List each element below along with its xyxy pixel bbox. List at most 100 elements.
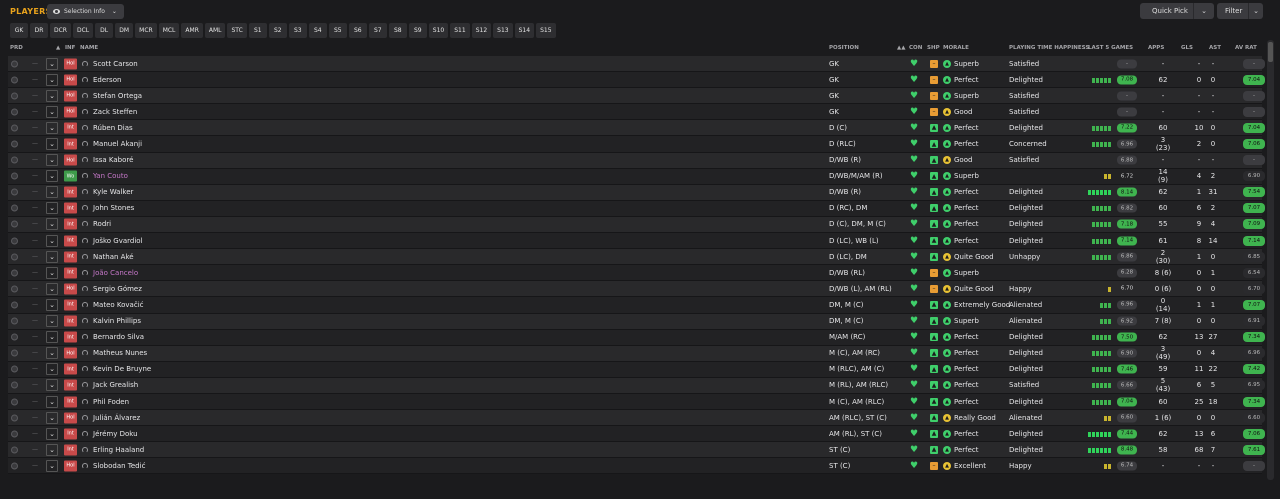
tab-dm[interactable]: DM — [115, 23, 134, 38]
table-row[interactable]: — ⌄ Int Manuel Akanji D (RLC) ♥ ▲ ▲ Perfect Conce… — [8, 136, 1265, 153]
table-row[interactable]: — ⌄ Hol Issa Kaboré D/WB (R) ♥ ▲ ▲ Good Satisfied… — [8, 152, 1265, 169]
row-menu-button[interactable]: ⌄ — [46, 427, 58, 440]
tab-aml[interactable]: AML — [204, 23, 226, 38]
col-av-rat[interactable]: AV RAT — [1235, 45, 1257, 51]
prd-indicator[interactable] — [11, 204, 18, 212]
tab-dl[interactable]: DL — [95, 23, 114, 38]
player-name[interactable]: Stefan Ortega — [93, 92, 142, 100]
table-row[interactable]: — ⌄ Int Kevin De Bruyne M (RLC), AM (C) ♥ ▲ ▲ Pe… — [8, 361, 1265, 378]
table-row[interactable]: — ⌄ Hol Sergio Gómez D/WB (L), AM (RL) ♥ – ▲ Qui… — [8, 281, 1265, 298]
inf-badge[interactable]: Int — [64, 251, 77, 263]
prd-indicator[interactable] — [11, 140, 18, 148]
inf-badge[interactable]: Wo — [64, 170, 77, 182]
player-name[interactable]: Phil Foden — [93, 398, 129, 406]
inf-badge[interactable]: Int — [64, 331, 77, 343]
prd-indicator[interactable] — [11, 156, 18, 164]
tab-s13[interactable]: S13 — [493, 23, 513, 38]
row-menu-button[interactable]: ⌄ — [46, 331, 58, 344]
col-prd[interactable]: PRD — [10, 45, 23, 51]
table-row[interactable]: — ⌄ Int Jérémy Doku AM (RL), ST (C) ♥ ▲ ▲ Perfec… — [8, 426, 1265, 443]
filter-dropdown-icon[interactable]: ⌄ — [1248, 3, 1263, 19]
prd-indicator[interactable] — [11, 237, 18, 245]
row-menu-button[interactable]: ⌄ — [46, 266, 58, 279]
row-menu-button[interactable]: ⌄ — [46, 443, 58, 456]
tab-s6[interactable]: S6 — [348, 23, 367, 38]
scrollbar-thumb[interactable] — [1268, 42, 1273, 62]
table-row[interactable]: — ⌄ Hol Scott Carson GK ♥ – ▲ Superb Satisfied - - -… — [8, 56, 1265, 73]
inf-badge[interactable]: Hol — [64, 58, 77, 70]
player-name[interactable]: Manuel Akanji — [93, 140, 142, 148]
selection-info-button[interactable]: Selection Info ⌄ — [47, 4, 124, 19]
inf-badge[interactable]: Int — [64, 138, 77, 150]
inf-badge[interactable]: Int — [64, 444, 77, 456]
row-menu-button[interactable]: ⌄ — [46, 234, 58, 247]
prd-indicator[interactable] — [11, 253, 18, 261]
tab-stc[interactable]: STC — [227, 23, 247, 38]
col-playing-time-happiness[interactable]: PLAYING TIME HAPPINESS — [1009, 45, 1089, 51]
inf-badge[interactable]: Int — [64, 396, 77, 408]
prd-indicator[interactable] — [11, 301, 18, 309]
col-inf[interactable]: INF — [65, 45, 75, 51]
col-con[interactable]: CON — [909, 45, 922, 51]
prd-indicator[interactable] — [11, 414, 18, 422]
table-row[interactable]: — ⌄ Int Bernardo Silva M/AM (RC) ♥ ▲ ▲ Perfect De… — [8, 329, 1265, 346]
table-row[interactable]: — ⌄ Int João Cancelo D/WB (RL) ♥ – ▲ Superb 6.28 8… — [8, 265, 1265, 282]
table-row[interactable]: — ⌄ Int John Stones D (RC), DM ♥ ▲ ▲ Perfect Deli… — [8, 200, 1265, 217]
sort-icon[interactable]: ▲ — [56, 45, 60, 51]
tab-s11[interactable]: S11 — [450, 23, 470, 38]
prd-indicator[interactable] — [11, 381, 18, 389]
inf-badge[interactable]: Int — [64, 428, 77, 440]
table-row[interactable]: — ⌄ Hol Zack Steffen GK ♥ – ▲ Good Satisfied - - - - - — [8, 104, 1265, 121]
sort-both-icon[interactable]: ▲▲ — [897, 45, 905, 51]
table-row[interactable]: — ⌄ Hol Slobodan Tedić ST (C) ♥ – ▲ Excellent Hap… — [8, 458, 1265, 475]
col-gls[interactable]: GLS — [1181, 45, 1193, 51]
tab-s12[interactable]: S12 — [471, 23, 492, 38]
inf-badge[interactable]: Hol — [64, 283, 77, 295]
inf-badge[interactable]: Int — [64, 299, 77, 311]
col-apps[interactable]: APPS — [1148, 45, 1164, 51]
tab-s4[interactable]: S4 — [308, 23, 327, 38]
player-name[interactable]: Erling Haaland — [93, 446, 144, 454]
player-name[interactable]: John Stones — [93, 204, 134, 212]
tab-amr[interactable]: AMR — [181, 23, 203, 38]
row-menu-button[interactable]: ⌄ — [46, 411, 58, 424]
row-menu-button[interactable]: ⌄ — [46, 347, 58, 360]
inf-badge[interactable]: Int — [64, 202, 77, 214]
prd-indicator[interactable] — [11, 172, 18, 180]
table-row[interactable]: — ⌄ Int Rodri D (C), DM, M (C) ♥ ▲ ▲ Perfect Deli… — [8, 216, 1265, 234]
player-name[interactable]: Kyle Walker — [93, 188, 133, 196]
table-row[interactable]: — ⌄ Wo Yan Couto D/WB/M/AM (R) ♥ ▲ ▲ Superb 6.72 1… — [8, 168, 1265, 185]
table-row[interactable]: — ⌄ Int Phil Foden M (C), AM (RLC) ♥ ▲ ▲ Perfect… — [8, 393, 1265, 411]
col-ast[interactable]: AST — [1209, 45, 1221, 51]
col-position[interactable]: POSITION — [829, 45, 859, 51]
inf-badge[interactable]: Hol — [64, 106, 77, 118]
player-name[interactable]: Issa Kaboré — [93, 156, 133, 164]
prd-indicator[interactable] — [11, 108, 18, 116]
table-row[interactable]: — ⌄ Int Erling Haaland ST (C) ♥ ▲ ▲ Perfect Delig… — [8, 442, 1265, 459]
inf-badge[interactable]: Int — [64, 218, 77, 230]
row-menu-button[interactable]: ⌄ — [46, 459, 58, 472]
prd-indicator[interactable] — [11, 285, 18, 293]
row-menu-button[interactable]: ⌄ — [46, 89, 58, 102]
player-name[interactable]: Kevin De Bruyne — [93, 365, 151, 373]
row-menu-button[interactable]: ⌄ — [46, 363, 58, 376]
tab-s15[interactable]: S15 — [536, 23, 556, 38]
table-row[interactable]: — ⌄ Int Mateo Kovačić DM, M (C) ♥ ▲ ▲ Extremely … — [8, 297, 1265, 314]
prd-indicator[interactable] — [11, 76, 18, 84]
prd-indicator[interactable] — [11, 333, 18, 341]
player-name[interactable]: Slobodan Tedić — [93, 462, 145, 470]
prd-indicator[interactable] — [11, 60, 18, 68]
row-menu-button[interactable]: ⌄ — [46, 121, 58, 134]
table-row[interactable]: — ⌄ Int Kyle Walker D/WB (R) ♥ ▲ ▲ Perfect Deligh… — [8, 184, 1265, 201]
tab-dcr[interactable]: DCR — [50, 23, 71, 38]
tab-s8[interactable]: S8 — [388, 23, 407, 38]
col-shp[interactable]: SHP — [927, 45, 940, 51]
inf-badge[interactable]: Int — [64, 235, 77, 247]
tab-gk[interactable]: GK — [10, 23, 28, 38]
inf-badge[interactable]: Int — [64, 267, 77, 279]
row-menu-button[interactable]: ⌄ — [46, 154, 58, 167]
row-menu-button[interactable]: ⌄ — [46, 138, 58, 151]
player-name[interactable]: Matheus Nunes — [93, 349, 147, 357]
player-name[interactable]: Nathan Aké — [93, 253, 134, 261]
tab-s1[interactable]: S1 — [248, 23, 267, 38]
